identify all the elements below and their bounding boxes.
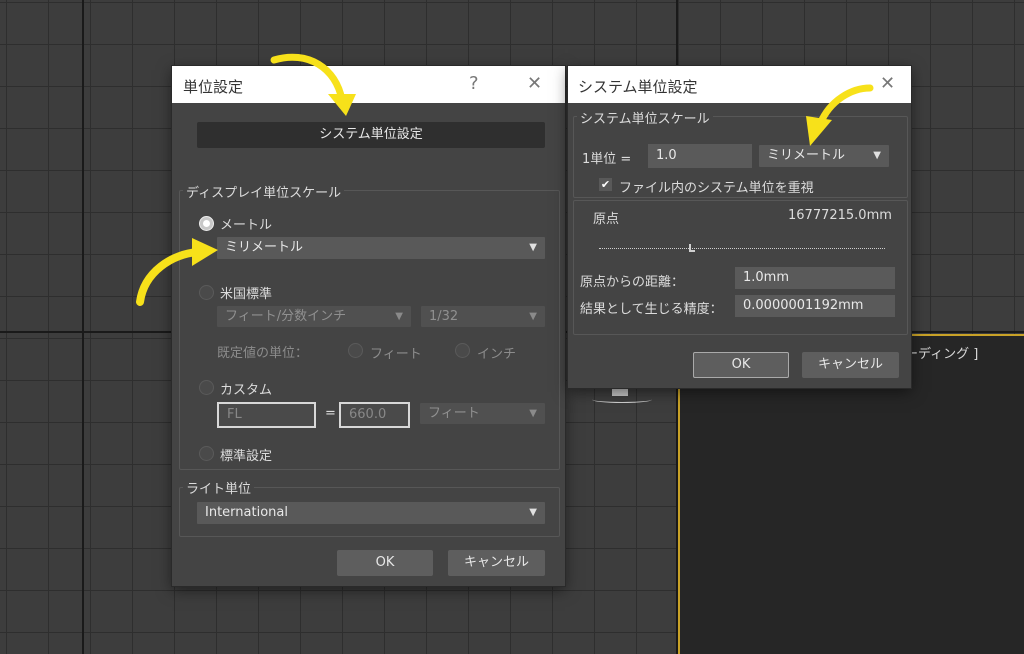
custom-equals-label: = bbox=[325, 406, 336, 421]
units-dialog-titlebar[interactable]: 単位設定 ? ✕ bbox=[172, 66, 565, 103]
display-unit-scale-label: ディスプレイ単位スケール bbox=[183, 182, 345, 201]
generic-units-radio[interactable] bbox=[199, 446, 214, 461]
default-feet-label: フィート bbox=[370, 347, 422, 362]
units-dialog-title: 単位設定 bbox=[183, 78, 244, 96]
ok-button[interactable]: OK bbox=[337, 550, 433, 576]
distance-from-origin-label: 原点からの距離： bbox=[580, 275, 685, 290]
distance-from-origin-field[interactable]: 1.0mm bbox=[735, 267, 895, 289]
unit-equals-label: 1単位 = bbox=[582, 152, 632, 167]
resulting-accuracy-label: 結果として生じる精度： bbox=[580, 302, 723, 317]
units-setup-dialog: 単位設定 ? ✕ システム単位設定 ディスプレイ単位スケール メートル ミリメー… bbox=[172, 66, 565, 586]
default-inch-label: インチ bbox=[477, 347, 517, 362]
chevron-down-icon: ▼ bbox=[529, 408, 537, 419]
help-icon[interactable]: ? bbox=[469, 73, 479, 94]
metric-units-value: ミリメートル bbox=[225, 240, 304, 255]
generic-units-label: 標準設定 bbox=[220, 449, 273, 464]
chevron-down-icon: ▼ bbox=[529, 311, 537, 322]
unit-value-field[interactable]: 1.0 bbox=[648, 144, 752, 168]
default-inch-radio[interactable] bbox=[455, 343, 470, 358]
us-units-dropdown[interactable]: フィート/分数インチ ▼ bbox=[217, 306, 411, 327]
origin-label: 原点 bbox=[593, 212, 620, 227]
custom-label: カスタム bbox=[220, 383, 273, 398]
custom-value-field[interactable]: 660.0 bbox=[339, 402, 410, 428]
custom-radio[interactable] bbox=[199, 380, 214, 395]
chevron-down-icon: ▼ bbox=[395, 311, 403, 322]
cancel-button[interactable]: キャンセル bbox=[448, 550, 545, 576]
viewport-gizmo bbox=[592, 388, 660, 406]
resulting-accuracy-field[interactable]: 0.0000001192mm bbox=[735, 295, 895, 317]
system-ok-button[interactable]: OK bbox=[693, 352, 789, 378]
system-scale-label: システム単位スケール bbox=[577, 108, 713, 127]
custom-unit-value: フィート bbox=[428, 406, 480, 421]
chevron-down-icon: ▼ bbox=[529, 507, 537, 518]
custom-unit-dropdown[interactable]: フィート ▼ bbox=[420, 403, 545, 424]
chevron-down-icon: ▼ bbox=[529, 242, 537, 253]
ruler-marker bbox=[689, 244, 695, 252]
us-fraction-value: 1/32 bbox=[429, 309, 459, 324]
viewport-axis-vertical bbox=[82, 0, 84, 654]
respect-system-units-checkbox[interactable]: ✔ bbox=[599, 178, 612, 191]
system-dialog-title: システム単位設定 bbox=[578, 78, 698, 96]
metric-label: メートル bbox=[220, 218, 273, 233]
close-icon[interactable]: ✕ bbox=[527, 73, 542, 94]
custom-name-field[interactable]: FL bbox=[217, 402, 316, 428]
lighting-units-value: International bbox=[205, 505, 288, 520]
annotation-arrow-right bbox=[806, 84, 874, 146]
us-fraction-dropdown[interactable]: 1/32 ▼ bbox=[421, 306, 545, 327]
origin-value: 16777215.0mm bbox=[788, 208, 892, 223]
us-units-value: フィート/分数インチ bbox=[225, 309, 347, 324]
respect-system-units-label: ファイル内のシステム単位を重視 bbox=[619, 181, 814, 196]
metric-units-dropdown[interactable]: ミリメートル ▼ bbox=[217, 237, 545, 259]
annotation-arrow-left bbox=[136, 238, 218, 306]
lighting-units-dropdown[interactable]: International ▼ bbox=[197, 502, 545, 524]
system-unit-value: ミリメートル bbox=[767, 148, 846, 163]
metric-radio[interactable] bbox=[199, 216, 214, 231]
precision-ruler bbox=[599, 238, 885, 249]
default-feet-radio[interactable] bbox=[348, 343, 363, 358]
lighting-units-label: ライト単位 bbox=[183, 478, 255, 497]
annotation-arrow-top bbox=[270, 53, 356, 116]
default-units-label: 既定値の単位： bbox=[217, 346, 309, 361]
system-cancel-button[interactable]: キャンセル bbox=[802, 352, 899, 378]
system-units-setup-button[interactable]: システム単位設定 bbox=[197, 122, 545, 148]
us-standard-label: 米国標準 bbox=[220, 287, 273, 302]
close-icon[interactable]: ✕ bbox=[880, 73, 895, 94]
viewport-label[interactable]: ーディング ] bbox=[905, 343, 978, 362]
